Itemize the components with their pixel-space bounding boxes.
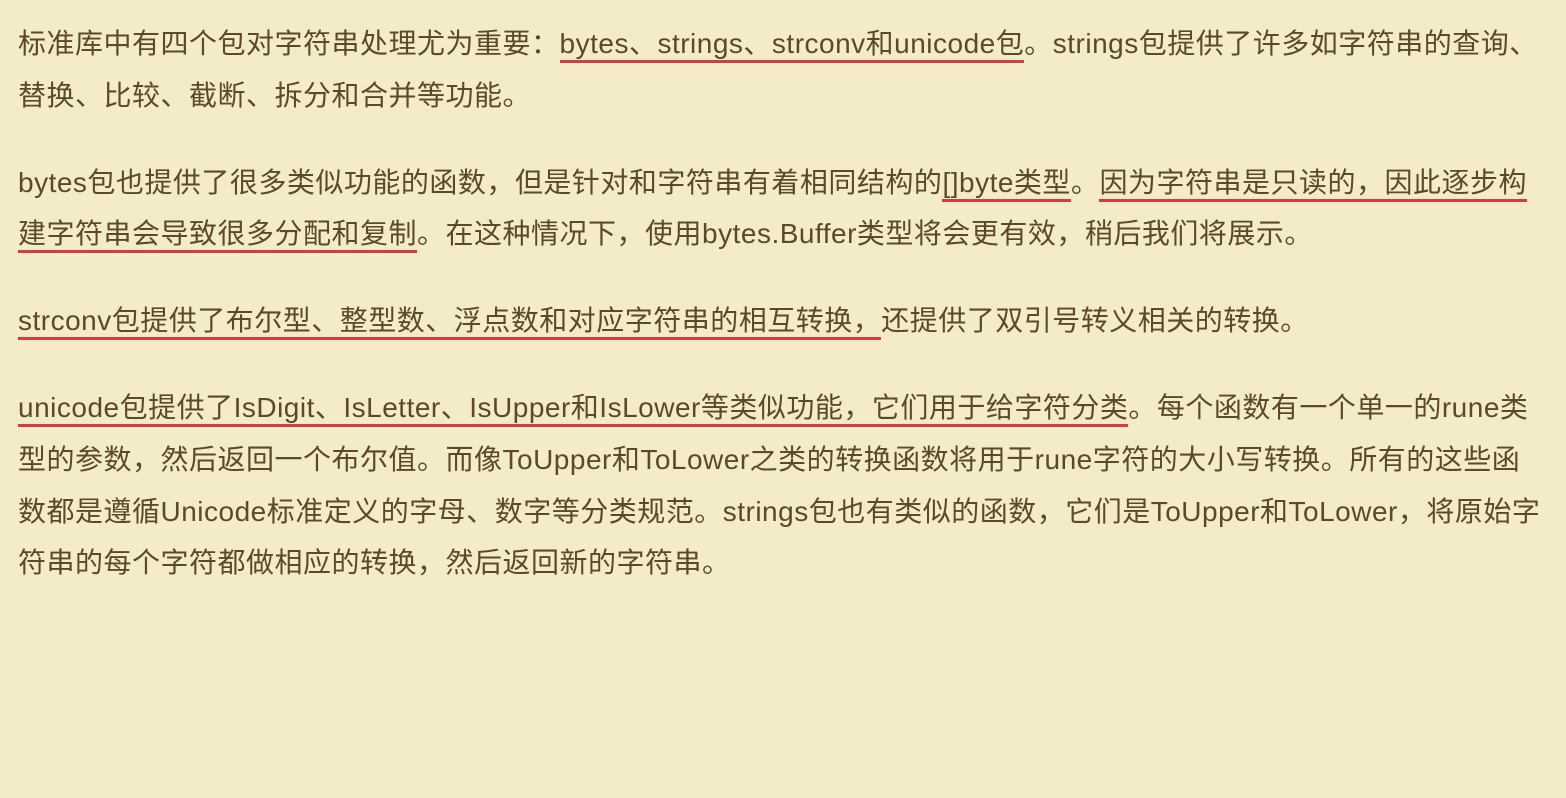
underlined-segment: unicode包提供了IsDigit、IsLetter、IsUpper和IsLo… bbox=[18, 392, 1128, 427]
paragraph-3: strconv包提供了布尔型、整型数、浮点数和对应字符串的相互转换，还提供了双引… bbox=[18, 295, 1548, 347]
text-segment: 标准库中有四个包对字符串处理尤为重要： bbox=[18, 28, 560, 59]
underlined-segment: strconv包提供了布尔型、整型数、浮点数和对应字符串的相互转换， bbox=[18, 305, 881, 340]
text-segment: 还提供了双引号转义相关的转换。 bbox=[881, 305, 1309, 336]
paragraph-2: bytes包也提供了很多类似功能的函数，但是针对和字符串有着相同结构的[]byt… bbox=[18, 157, 1548, 261]
underlined-segment: bytes、strings、strconv和unicode包 bbox=[560, 28, 1025, 63]
text-segment: bytes包也提供了很多类似功能的函数，但是针对和字符串有着相同结构的 bbox=[18, 167, 942, 198]
paragraph-4: unicode包提供了IsDigit、IsLetter、IsUpper和IsLo… bbox=[18, 382, 1548, 589]
paragraph-1: 标准库中有四个包对字符串处理尤为重要：bytes、strings、strconv… bbox=[18, 18, 1548, 122]
text-segment: 。在这种情况下，使用bytes.Buffer类型将会更有效，稍后我们将展示。 bbox=[417, 218, 1313, 249]
text-segment: 。 bbox=[1071, 167, 1100, 198]
underlined-segment: []byte类型 bbox=[942, 167, 1070, 202]
document-content: 标准库中有四个包对字符串处理尤为重要：bytes、strings、strconv… bbox=[18, 18, 1548, 589]
